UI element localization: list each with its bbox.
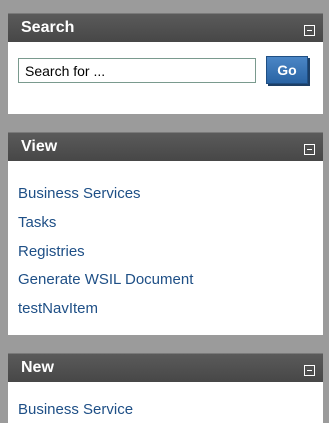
view-panel: View Business Services Tasks Registries … (8, 132, 323, 335)
nav-link-business-service[interactable]: Business Service (18, 401, 133, 419)
collapse-icon[interactable] (304, 365, 315, 376)
nav-link-registries[interactable]: Registries (18, 243, 85, 261)
search-input[interactable] (18, 58, 256, 83)
view-panel-title: View (21, 138, 58, 155)
nav-link-tasks[interactable]: Tasks (18, 214, 56, 232)
collapse-icon[interactable] (304, 144, 315, 155)
collapse-icon[interactable] (304, 25, 315, 36)
nav-link-test-nav-item[interactable]: testNavItem (18, 300, 98, 318)
navigation-sidebar: Search Go View Business Services Tasks R… (0, 0, 329, 423)
search-panel-title: Search (21, 19, 75, 36)
nav-link-generate-wsil-document[interactable]: Generate WSIL Document (18, 271, 193, 289)
new-panel-header: New (8, 353, 323, 382)
new-panel: New Business Service (8, 353, 323, 423)
go-button[interactable]: Go (266, 56, 308, 84)
search-panel-header: Search (8, 13, 323, 42)
view-panel-header: View (8, 132, 323, 161)
nav-link-business-services[interactable]: Business Services (18, 185, 141, 203)
search-panel: Search Go (8, 13, 323, 114)
new-panel-title: New (21, 359, 54, 376)
